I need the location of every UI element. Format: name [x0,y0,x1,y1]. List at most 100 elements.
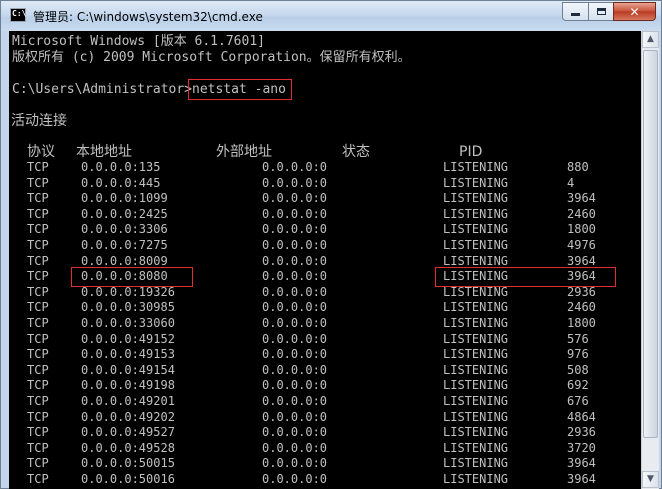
protocol-cell: TCP [27,347,49,361]
foreign-address-cell: 0.0.0.0:0 [262,425,328,439]
local-address-cell: 0.0.0.0:49528 [81,441,175,455]
cmd-window: C:\ 管理员: C:\windows\system32\cmd.exe ✕ M… [0,0,662,489]
cmd-app-icon[interactable]: C:\ [10,8,26,22]
foreign-address-cell: 0.0.0.0:0 [262,238,328,252]
local-address-cell: 0.0.0.0:3306 [81,222,168,236]
protocol-cell: TCP [27,332,49,346]
state-cell: LISTENING [443,410,509,424]
state-cell: LISTENING [443,285,509,299]
state-cell: LISTENING [443,207,509,221]
protocol-cell: TCP [27,378,49,392]
state-cell: LISTENING [443,363,509,377]
banner-version: Microsoft Windows [版本 6.1.7601] [12,34,265,49]
state-cell: LISTENING [443,394,509,408]
local-address-cell: 0.0.0.0:49527 [81,425,175,439]
console-area[interactable]: Microsoft Windows [版本 6.1.7601] 版权所有 (c)… [9,31,641,489]
local-address-cell: 0.0.0.0:49202 [81,410,175,424]
foreign-address-cell: 0.0.0.0:0 [262,316,328,330]
close-button[interactable]: ✕ [613,2,656,21]
foreign-address-cell: 0.0.0.0:0 [262,285,328,299]
local-address-cell: 0.0.0.0:49154 [81,363,175,377]
command-highlight-box [188,79,292,100]
protocol-cell: TCP [27,425,49,439]
header-state: 状态 [342,144,370,160]
scroll-down-icon: ▼ [647,474,654,484]
local-address-cell: 0.0.0.0:49152 [81,332,175,346]
foreign-address-cell: 0.0.0.0:0 [262,207,328,221]
header-protocol: 协议 [27,144,55,160]
state-cell: LISTENING [443,441,509,455]
foreign-address-cell: 0.0.0.0:0 [262,456,328,470]
protocol-cell: TCP [27,160,49,174]
local-address-cell: 0.0.0.0:30985 [81,300,175,314]
minimize-icon [571,13,580,16]
foreign-address-cell: 0.0.0.0:0 [262,269,328,283]
scrollbar-thumb[interactable] [643,50,658,438]
protocol-cell: TCP [27,191,49,205]
pid-cell: 4864 [567,410,596,424]
protocol-cell: TCP [27,394,49,408]
state-cell: LISTENING [443,191,509,205]
pid-cell: 1800 [567,222,596,236]
foreign-address-cell: 0.0.0.0:0 [262,332,328,346]
header-foreign-address: 外部地址 [216,144,272,160]
state-cell: LISTENING [443,472,509,486]
state-cell: LISTENING [443,378,509,392]
foreign-address-cell: 0.0.0.0:0 [262,191,328,205]
title-bar[interactable]: C:\ 管理员: C:\windows\system32\cmd.exe ✕ [1,1,661,31]
local-address-cell: 0.0.0.0:49198 [81,378,175,392]
local-address-cell: 0.0.0.0:2425 [81,207,168,221]
protocol-cell: TCP [27,254,49,268]
pid-cell: 2460 [567,300,596,314]
prompt-path: C:\Users\Administrator> [12,82,193,97]
pid-cell: 2936 [567,285,596,299]
maximize-button[interactable] [588,2,614,21]
local-address-cell: 0.0.0.0:49153 [81,347,175,361]
pid-cell: 676 [567,394,589,408]
banner-copyright: 版权所有 (c) 2009 Microsoft Corporation。保留所有… [12,50,411,65]
scroll-down-button[interactable]: ▼ [642,471,659,488]
pid-cell: 692 [567,378,589,392]
pid-cell: 576 [567,332,589,346]
protocol-cell: TCP [27,456,49,470]
state-cell: LISTENING [443,160,509,174]
foreign-address-cell: 0.0.0.0:0 [262,254,328,268]
scroll-up-icon: ▲ [647,34,654,44]
state-cell: LISTENING [443,425,509,439]
pid-cell: 508 [567,363,589,377]
local-address-cell: 0.0.0.0:50015 [81,456,175,470]
foreign-address-cell: 0.0.0.0:0 [262,441,328,455]
protocol-cell: TCP [27,441,49,455]
window-title: 管理员: C:\windows\system32\cmd.exe [33,10,263,24]
foreign-address-cell: 0.0.0.0:0 [262,472,328,486]
local-address-cell: 0.0.0.0:445 [81,176,161,190]
vertical-scrollbar[interactable]: ▲ ▼ [641,31,659,489]
local-address-cell: 0.0.0.0:49201 [81,394,175,408]
protocol-cell: TCP [27,300,49,314]
protocol-cell: TCP [27,207,49,221]
protocol-cell: TCP [27,238,49,252]
foreign-address-cell: 0.0.0.0:0 [262,378,328,392]
state-cell: LISTENING [443,316,509,330]
foreign-address-cell: 0.0.0.0:0 [262,300,328,314]
pid-cell: 3964 [567,191,596,205]
protocol-cell: TCP [27,285,49,299]
local-address-cell: 0.0.0.0:33060 [81,316,175,330]
protocol-cell: TCP [27,222,49,236]
protocol-cell: TCP [27,363,49,377]
pid-cell: 4976 [567,238,596,252]
protocol-cell: TCP [27,316,49,330]
protocol-cell: TCP [27,269,49,283]
cmd-icon-glyph: C:\ [12,9,27,18]
pid-cell: 1800 [567,316,596,330]
local-address-cell: 0.0.0.0:1099 [81,191,168,205]
foreign-address-cell: 0.0.0.0:0 [262,222,328,236]
scroll-up-button[interactable]: ▲ [642,31,659,48]
foreign-address-cell: 0.0.0.0:0 [262,160,328,174]
state-pid-highlight-box [435,267,616,287]
state-cell: LISTENING [443,176,509,190]
pid-cell: 3964 [567,472,596,486]
foreign-address-cell: 0.0.0.0:0 [262,176,328,190]
minimize-button[interactable] [562,2,589,21]
pid-cell: 4 [567,176,575,190]
